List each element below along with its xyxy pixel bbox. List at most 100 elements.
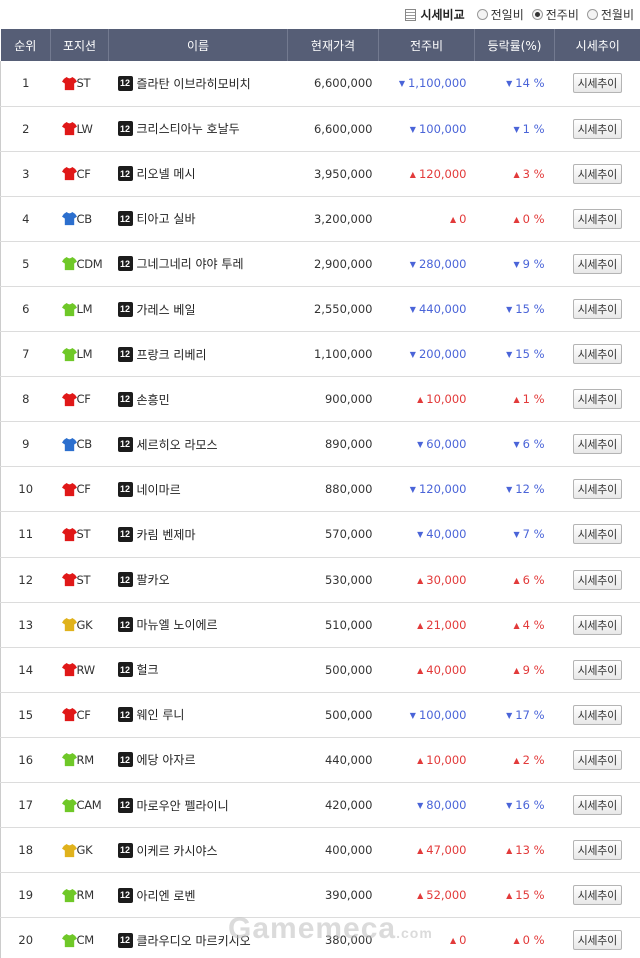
position-cell: RM (50, 737, 109, 784)
player-name[interactable]: 리오넬 메시 (137, 165, 196, 182)
player-name[interactable]: 세르히오 라모스 (137, 436, 218, 453)
price-trend-button[interactable]: 시세추이 (572, 389, 622, 410)
table-row: 17 CAM 12 마로우안 펠라이니 420,000 ▼ 80,000 ▼ 16 % 시세추이 (0, 782, 640, 829)
name-cell: 12 카림 벤제마 (108, 511, 288, 558)
price-trend-button[interactable]: 시세추이 (572, 299, 622, 320)
arrow-up-icon: ▲ (513, 395, 520, 405)
price-cell: 570,000 (287, 511, 379, 558)
price-trend-button[interactable]: 시세추이 (572, 434, 622, 455)
trend-cell: 시세추이 (554, 376, 640, 423)
player-name[interactable]: 마로우안 펠라이니 (137, 797, 229, 814)
rate-value: 15 % (515, 347, 545, 362)
price-trend-button[interactable]: 시세추이 (572, 344, 622, 365)
price-trend-button[interactable]: 시세추이 (572, 795, 622, 816)
name-cell: 12 팔카오 (108, 557, 288, 603)
player-name[interactable]: 손흥민 (137, 391, 170, 408)
arrow-up-icon: ▲ (513, 620, 520, 630)
position-cell: GK (50, 602, 109, 648)
player-name[interactable]: 티아고 실바 (137, 210, 196, 227)
rank-cell: 1 (0, 61, 51, 107)
rank-cell: 19 (0, 872, 51, 919)
radio-button-icon[interactable] (531, 9, 543, 20)
player-name[interactable]: 에당 아자르 (137, 751, 196, 768)
price-value: 6,600,000 (313, 121, 373, 136)
player-name[interactable]: 즐라탄 이브라히모비치 (137, 75, 251, 92)
price-trend-button[interactable]: 시세추이 (572, 253, 622, 274)
price-trend-button[interactable]: 시세추이 (572, 930, 622, 951)
arrow-down-icon: ▼ (513, 530, 520, 540)
change-cell: ▲ 10,000 (378, 376, 475, 423)
price-trend-button[interactable]: 시세추이 (572, 208, 622, 229)
change-cell: ▼ 80,000 (378, 782, 475, 829)
player-name[interactable]: 크리스티아누 호날두 (137, 120, 240, 137)
season-12-icon: 12 (117, 481, 133, 497)
rate-cell: ▲ 4 % (474, 602, 555, 648)
price-trend-button[interactable]: 시세추이 (572, 479, 622, 500)
player-name[interactable]: 팔카오 (137, 571, 170, 588)
rank-value: 20 (18, 933, 34, 948)
name-cell: 12 클라우디오 마르키시오 (108, 917, 288, 958)
arrow-down-icon: ▼ (409, 305, 416, 315)
price-trend-button[interactable]: 시세추이 (572, 749, 622, 770)
trend-cell: 시세추이 (554, 827, 640, 874)
table-row: 12 ST 12 팔카오 530,000 ▲ 30,000 ▲ 6 % 시세추이 (0, 557, 640, 603)
change-cell: ▲ 0 (378, 196, 475, 242)
player-name[interactable]: 카림 벤제마 (137, 526, 196, 543)
change-cell: ▼ 1,100,000 (378, 61, 475, 107)
rate-value: 9 % (522, 662, 545, 677)
trend-cell: 시세추이 (554, 872, 640, 919)
rate-cell: ▼ 15 % (474, 286, 555, 333)
player-name[interactable]: 웨인 루니 (137, 706, 185, 723)
player-name[interactable]: 마뉴엘 노이에르 (137, 616, 218, 633)
rate-cell: ▼ 17 % (474, 692, 555, 738)
position-label: CF (76, 392, 91, 407)
price-trend-button[interactable]: 시세추이 (572, 840, 622, 861)
rate-cell: ▲ 15 % (474, 872, 555, 919)
player-name[interactable]: 가레스 베일 (137, 301, 196, 318)
player-name[interactable]: 이케르 카시야스 (137, 842, 218, 859)
arrow-down-icon: ▼ (506, 710, 513, 720)
radio-button-icon[interactable] (586, 9, 598, 20)
price-trend-button[interactable]: 시세추이 (572, 118, 622, 139)
rank-value: 13 (18, 617, 34, 632)
price-trend-button[interactable]: 시세추이 (572, 163, 622, 184)
name-cell: 12 에당 아자르 (108, 737, 288, 784)
change-cell: ▼ 100,000 (378, 692, 475, 738)
price-trend-button[interactable]: 시세추이 (572, 659, 622, 680)
rate-value: 6 % (522, 572, 545, 587)
season-12-icon: 12 (117, 211, 133, 227)
trend-cell: 시세추이 (554, 421, 640, 468)
radio-monthly[interactable]: 전월비 (586, 6, 634, 23)
price-trend-button[interactable]: 시세추이 (572, 704, 622, 725)
position-cell: CAM (50, 782, 109, 829)
position-cell: LW (50, 106, 109, 152)
player-name[interactable]: 그네그네리 야야 투레 (137, 255, 244, 272)
price-trend-button[interactable]: 시세추이 (572, 885, 622, 906)
arrow-down-icon: ▼ (409, 485, 416, 495)
radio-weekly[interactable]: 전주비 (531, 6, 579, 23)
radio-button-icon[interactable] (476, 9, 488, 20)
price-value: 500,000 (324, 662, 373, 677)
price-trend-button[interactable]: 시세추이 (572, 569, 622, 590)
price-cell: 380,000 (287, 917, 379, 958)
player-name[interactable]: 아리엔 로벤 (137, 887, 196, 904)
player-name[interactable]: 프랑크 리베리 (137, 346, 207, 363)
position-cell: CF (50, 151, 109, 197)
rate-value: 2 % (522, 752, 545, 767)
trend-cell: 시세추이 (554, 647, 640, 693)
name-cell: 12 마로우안 펠라이니 (108, 782, 288, 829)
rate-cell: ▼ 6 % (474, 421, 555, 468)
shirt-icon (61, 843, 77, 858)
player-name[interactable]: 클라우디오 마르키시오 (137, 932, 251, 949)
price-trend-button[interactable]: 시세추이 (572, 614, 622, 635)
name-cell: 12 크리스티아누 호날두 (108, 106, 288, 152)
price-cell: 400,000 (287, 827, 379, 874)
player-name[interactable]: 네이마르 (137, 481, 181, 498)
price-trend-button[interactable]: 시세추이 (572, 524, 622, 545)
player-name[interactable]: 헐크 (137, 661, 159, 678)
position-label: ST (76, 572, 91, 587)
trend-cell: 시세추이 (554, 602, 640, 648)
change-cell: ▲ 10,000 (378, 737, 475, 784)
price-trend-button[interactable]: 시세추이 (572, 73, 622, 94)
radio-daily[interactable]: 전일비 (476, 6, 524, 23)
